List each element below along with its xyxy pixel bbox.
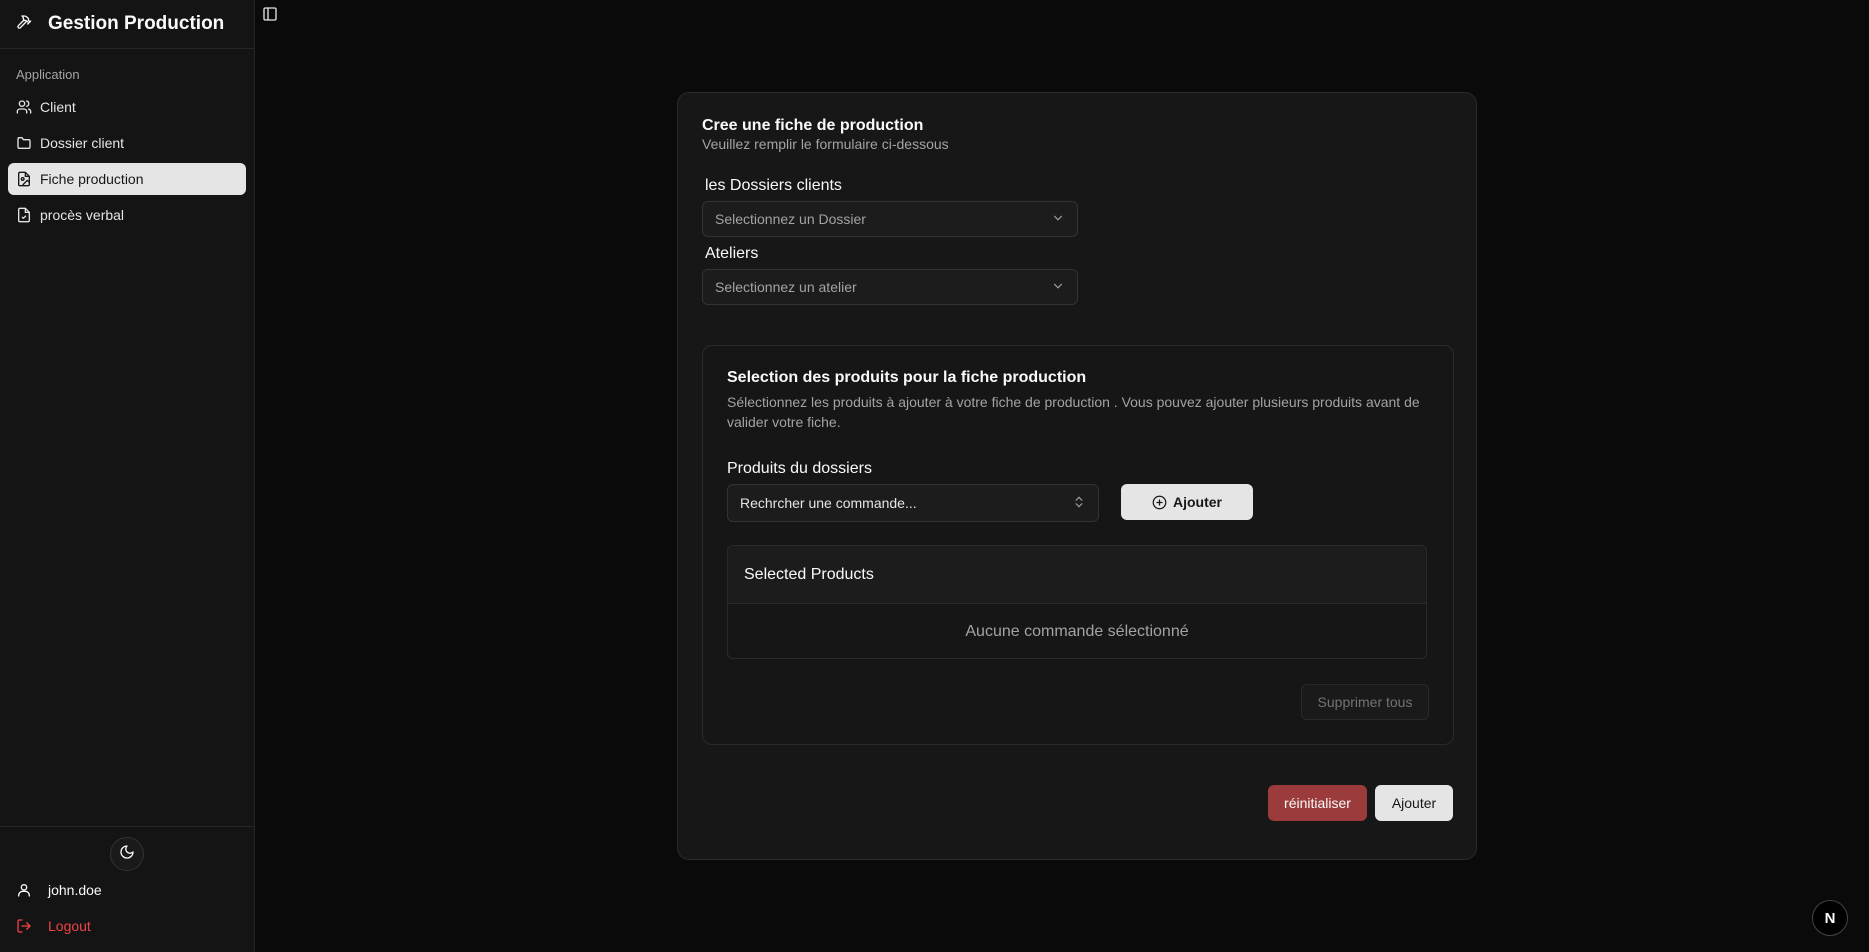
add-product-label: Ajouter [1173, 494, 1222, 510]
sidebar-footer: john.doe Logout [0, 826, 254, 952]
order-search-placeholder: Rechrcher une commande... [740, 495, 917, 511]
sidebar-item-dossier-client[interactable]: Dossier client [8, 127, 246, 159]
product-selection-title: Selection des produits pour la fiche pro… [727, 369, 1087, 386]
add-product-button[interactable]: Ajouter [1121, 484, 1253, 520]
sidebar-item-fiche-production[interactable]: Fiche production [8, 163, 246, 195]
dossier-select-value: Selectionnez un Dossier [715, 211, 866, 227]
production-form-card: Cree une fiche de production Veuillez re… [677, 92, 1477, 860]
users-icon [16, 99, 32, 115]
sidebar-item-client[interactable]: Client [8, 91, 246, 123]
form-subtitle: Veuillez remplir le formulaire ci-dessou… [702, 136, 949, 152]
atelier-select[interactable]: Selectionnez un atelier [702, 269, 1078, 305]
chevron-down-icon [1051, 279, 1065, 296]
logout-label: Logout [48, 918, 91, 934]
sidebar-toggle-icon[interactable] [262, 6, 278, 22]
sidebar-item-label: Client [40, 99, 76, 115]
hammer-icon [16, 14, 32, 35]
product-selection-panel: Selection des produits pour la fiche pro… [702, 345, 1454, 745]
chevron-down-icon [1051, 211, 1065, 228]
sidebar-item-label: Dossier client [40, 135, 125, 151]
plus-circle-icon [1152, 495, 1167, 510]
folder-icon [16, 135, 32, 151]
sidebar-item-proces-verbal[interactable]: procès verbal [8, 199, 246, 231]
products-label: Produits du dossiers [727, 460, 872, 477]
chevrons-up-down-icon [1072, 495, 1086, 512]
form-title: Cree une fiche de production [702, 117, 924, 134]
submit-button[interactable]: Ajouter [1375, 785, 1453, 821]
app-title: Gestion Production [48, 13, 225, 34]
dossier-select[interactable]: Selectionnez un Dossier [702, 201, 1078, 237]
file-check-icon [16, 207, 32, 223]
sidebar-item-label: Fiche production [40, 171, 144, 187]
sidebar: Gestion Production Application Client Do… [0, 0, 255, 952]
atelier-select-value: Selectionnez un atelier [715, 279, 857, 295]
order-search-combobox[interactable]: Rechrcher une commande... [727, 484, 1099, 522]
sidebar-item-label: procès verbal [40, 207, 125, 223]
selected-products-header: Selected Products [728, 546, 1426, 604]
user-menu[interactable]: john.doe [16, 882, 102, 898]
sidebar-nav: Client Dossier client Fiche production p… [0, 91, 254, 231]
empty-state: Aucune commande sélectionné [965, 623, 1189, 640]
theme-toggle-button[interactable] [110, 837, 144, 871]
atelier-label: Ateliers [705, 245, 759, 262]
section-label: Application [16, 67, 80, 82]
reset-button[interactable]: réinitialiser [1268, 785, 1367, 821]
selected-products-table: Selected Products Aucune commande sélect… [727, 545, 1427, 659]
logout-icon [16, 918, 32, 934]
username: john.doe [48, 882, 102, 898]
file-image-icon [16, 171, 32, 187]
product-selection-description: Sélectionnez les produits à ajouter à vo… [727, 394, 1420, 430]
n-badge[interactable]: N [1812, 900, 1848, 936]
user-icon [16, 882, 32, 898]
logout-button[interactable]: Logout [16, 918, 91, 934]
dossier-label: les Dossiers clients [705, 177, 842, 194]
moon-icon [119, 844, 135, 865]
brand: Gestion Production [0, 0, 254, 49]
delete-all-button[interactable]: Supprimer tous [1301, 684, 1429, 720]
